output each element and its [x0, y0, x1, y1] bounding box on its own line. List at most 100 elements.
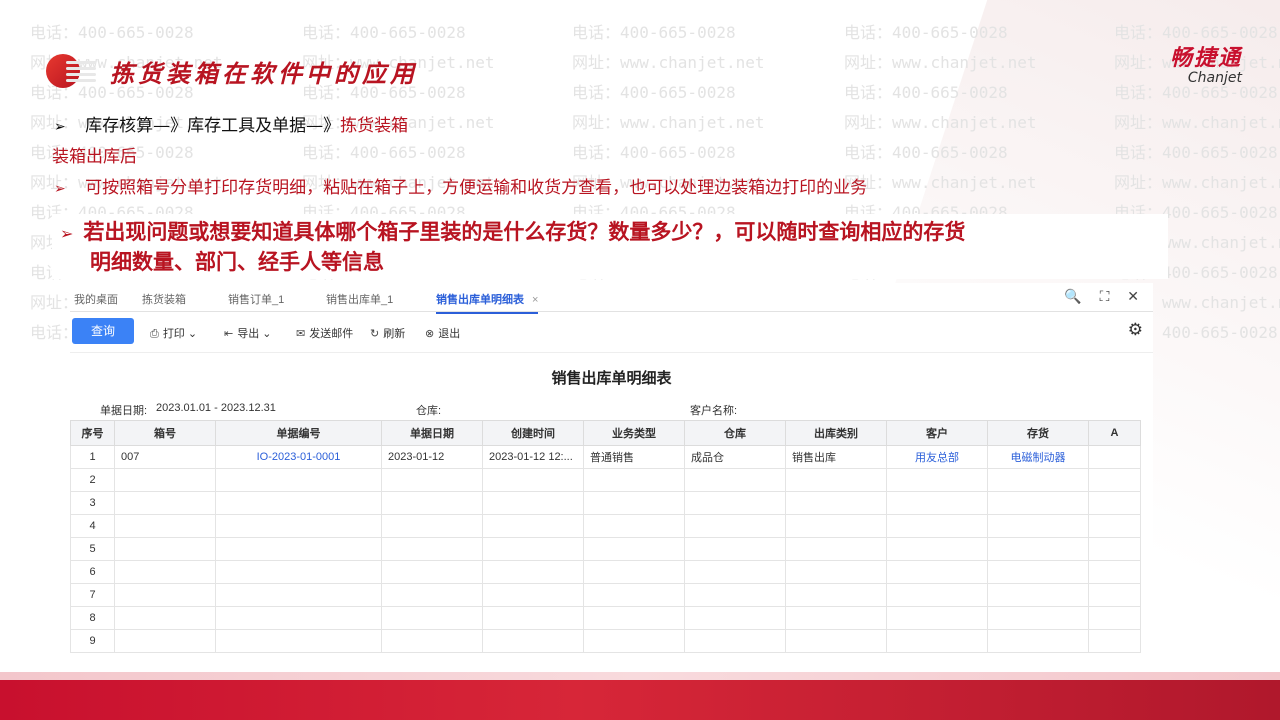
- bullet-icon: ➢: [60, 224, 74, 243]
- table-cell: [684, 583, 786, 607]
- close-icon[interactable]: ×: [532, 294, 538, 306]
- table-cell: [886, 606, 988, 630]
- bullet-icon: ➢: [54, 119, 66, 135]
- table-cell: 3: [70, 491, 115, 515]
- table-cell: [1088, 537, 1141, 561]
- page-title: 拣货装箱在软件中的应用: [110, 59, 418, 88]
- table-cell: 5: [70, 537, 115, 561]
- column-header[interactable]: 仓库: [684, 420, 786, 446]
- table-cell: 销售出库: [785, 445, 887, 469]
- tab-sales-outbound[interactable]: 销售出库单_1: [326, 291, 393, 307]
- table-cell: [785, 468, 887, 492]
- table-cell: [886, 629, 988, 653]
- table-cell: [482, 606, 584, 630]
- emphasis-text-1: 若出现问题或想要知道具体哪个箱子里装的是什么存货？数量多少？，可以随时查询相应的…: [83, 220, 966, 244]
- column-header[interactable]: 箱号: [114, 420, 216, 446]
- table-row[interactable]: 2: [70, 468, 1141, 492]
- table-cell: [215, 514, 382, 538]
- date-filter-value: 2023.01.01 - 2023.12.31: [156, 402, 276, 414]
- export-label: 导出: [237, 328, 260, 340]
- table-row[interactable]: 1 007 IO-2023-01-0001 2023-01-12 2023-01-12 …: [70, 445, 1141, 469]
- send-mail-button[interactable]: ✉ 发送邮件: [296, 325, 353, 341]
- table-header-row: 序号 箱号 单据编号 单据日期 创建时间 业务类型 仓库 出库类别 客户 存货 A: [70, 420, 1141, 446]
- table-cell: [886, 560, 988, 584]
- report-title: 销售出库单明细表: [551, 370, 672, 387]
- search-icon[interactable]: 🔍: [1064, 288, 1081, 304]
- table-cell: [583, 468, 685, 492]
- path-highlight: 拣货装箱: [340, 116, 409, 136]
- table-row[interactable]: 3: [70, 491, 1141, 515]
- table-cell[interactable]: 用友总部: [886, 445, 988, 469]
- table-cell: [785, 583, 887, 607]
- table-cell: [987, 583, 1089, 607]
- exit-button[interactable]: ⊗ 退出: [425, 325, 460, 341]
- table-cell: [114, 537, 216, 561]
- tab-outbound-detail-report[interactable]: 销售出库单明细表 ×: [436, 291, 539, 314]
- tab-desktop[interactable]: 我的桌面: [74, 291, 118, 307]
- table-cell: [482, 629, 584, 653]
- maximize-icon[interactable]: ⛶: [1100, 288, 1110, 304]
- column-header[interactable]: 客户: [886, 420, 988, 446]
- table-row[interactable]: 9: [70, 629, 1141, 653]
- watermark-line: 电话：400-665-0028: [572, 83, 736, 102]
- table-cell: [381, 629, 483, 653]
- column-header[interactable]: 业务类型: [583, 420, 685, 446]
- table-cell: [482, 583, 584, 607]
- table-cell: [381, 514, 483, 538]
- brand-logo: 畅捷通 Chanjet: [1170, 40, 1242, 86]
- table-cell: [1088, 514, 1141, 538]
- gear-icon[interactable]: ⚙: [1128, 320, 1143, 340]
- table-cell: 7: [70, 583, 115, 607]
- table-cell: [987, 468, 1089, 492]
- column-header[interactable]: 序号: [70, 420, 115, 446]
- watermark-line: 电话：400-665-0028: [302, 143, 466, 162]
- exit-label: 退出: [438, 328, 461, 340]
- table-cell: [215, 491, 382, 515]
- export-icon: ⇤: [224, 328, 234, 340]
- window-controls: 🔍 ⛶ ✕: [1050, 288, 1139, 305]
- close-window-icon[interactable]: ✕: [1127, 288, 1139, 304]
- emphasis-block: ➢ 若出现问题或想要知道具体哪个箱子里装的是什么存货？数量多少？，可以随时查询相应…: [52, 214, 1168, 279]
- table-cell: [583, 606, 685, 630]
- column-header[interactable]: A: [1088, 420, 1141, 446]
- refresh-button[interactable]: ↻ 刷新: [370, 325, 405, 341]
- table-row[interactable]: 5: [70, 537, 1141, 561]
- query-button[interactable]: 查询: [72, 318, 134, 344]
- print-button[interactable]: ⎙ 打印 ⌄: [150, 325, 197, 341]
- table-cell: [215, 606, 382, 630]
- tab-sales-order[interactable]: 销售订单_1: [228, 291, 284, 307]
- table-cell: 1: [70, 445, 115, 469]
- table-cell: [1088, 468, 1141, 492]
- table-cell: [583, 629, 685, 653]
- column-header[interactable]: 单据日期: [381, 420, 483, 446]
- table-cell[interactable]: IO-2023-01-0001: [215, 445, 382, 469]
- export-button[interactable]: ⇤ 导出 ⌄: [224, 325, 272, 341]
- table-row[interactable]: 6: [70, 560, 1141, 584]
- table-cell: [215, 583, 382, 607]
- table-cell: [114, 560, 216, 584]
- table-cell: [381, 606, 483, 630]
- table-row[interactable]: 4: [70, 514, 1141, 538]
- description-line: ➢ 可按照箱号分单打印存货明细，粘贴在箱子上，方便运输和收货方查看，也可以处理边…: [54, 173, 867, 198]
- tab-bar: 我的桌面 拣货装箱 销售订单_1 销售出库单_1 销售出库单明细表 × 🔍 ⛶ ✕: [70, 283, 1153, 314]
- table-cell: [1088, 583, 1141, 607]
- logo-stripes: [66, 58, 96, 86]
- table-cell: [482, 560, 584, 584]
- table-cell: [1088, 629, 1141, 653]
- table-cell[interactable]: 电磁制动器: [987, 445, 1089, 469]
- table-cell: 普通销售: [583, 445, 685, 469]
- subheading: 装箱出库后: [52, 147, 137, 167]
- table-cell: [886, 491, 988, 515]
- table-cell: [215, 537, 382, 561]
- table-row[interactable]: 8: [70, 606, 1141, 630]
- column-header[interactable]: 存货: [987, 420, 1089, 446]
- table-row[interactable]: 7: [70, 583, 1141, 607]
- watermark-line: 网址：www.chanjet.net: [572, 113, 765, 132]
- table-cell: [1088, 491, 1141, 515]
- column-header[interactable]: 出库类别: [785, 420, 887, 446]
- tab-picking-packing[interactable]: 拣货装箱: [142, 291, 186, 307]
- table-cell: [785, 514, 887, 538]
- table-cell: [785, 629, 887, 653]
- column-header[interactable]: 单据编号: [215, 420, 382, 446]
- column-header[interactable]: 创建时间: [482, 420, 584, 446]
